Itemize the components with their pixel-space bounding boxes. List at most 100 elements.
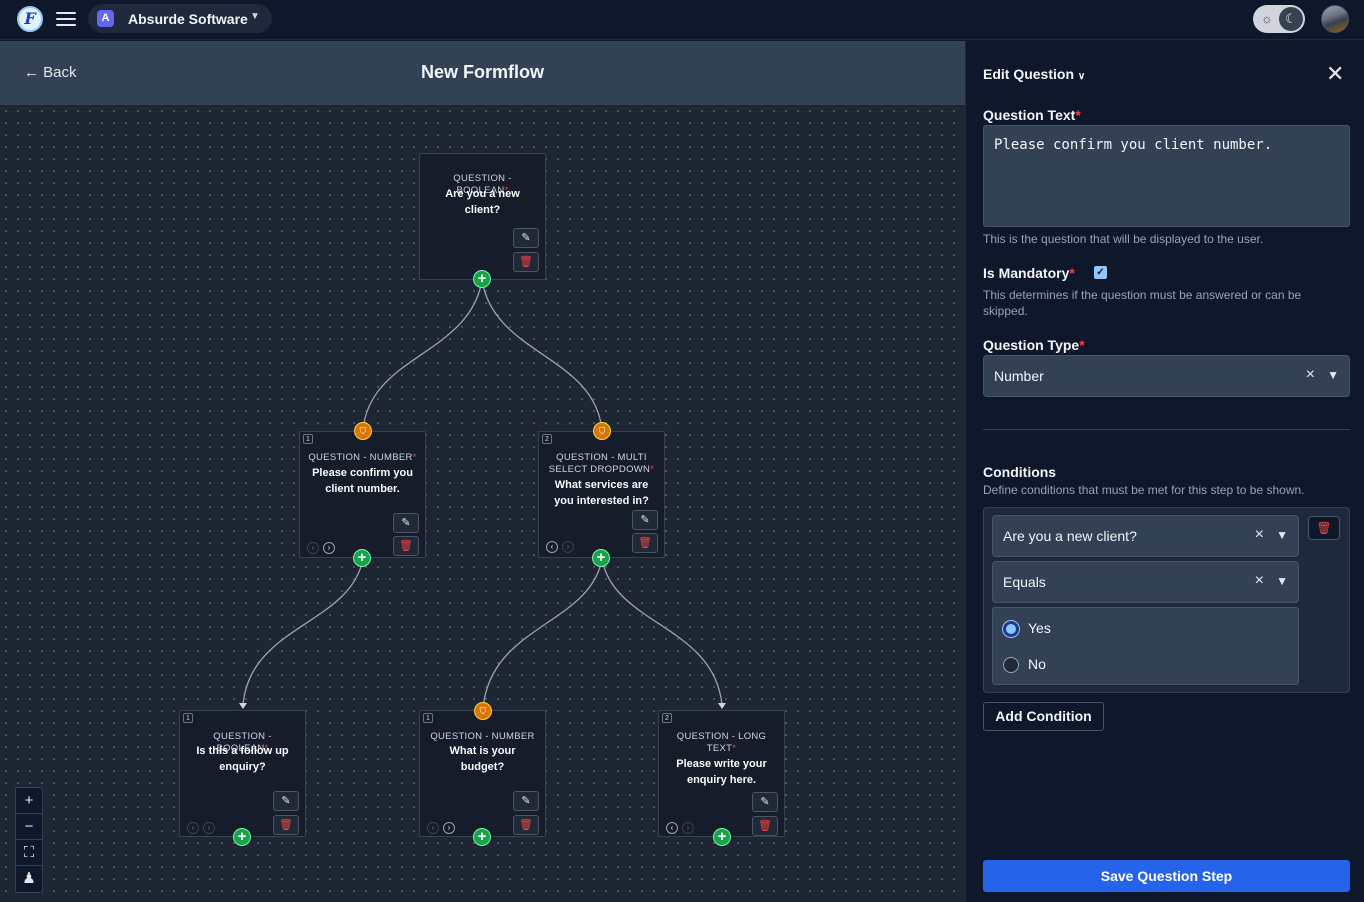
trash-icon: 🗑 xyxy=(519,819,533,831)
trash-icon: 🗑 xyxy=(519,256,533,268)
node-question: Please confirm you client number. xyxy=(312,467,413,495)
condition-shield-icon[interactable]: ⛉ xyxy=(474,702,492,720)
conditions-label: Conditions xyxy=(983,464,1057,480)
node-question: What services are you interested in? xyxy=(554,479,649,507)
chevron-down-icon: ▼ xyxy=(1327,368,1339,382)
organization-icon: A xyxy=(97,10,114,27)
panel-title[interactable]: Edit Question ∨ xyxy=(983,66,1085,82)
add-step-button[interactable]: + xyxy=(713,828,731,846)
trash-icon: 🗑 xyxy=(638,537,652,549)
edit-node-button[interactable]: ✎ xyxy=(513,791,539,811)
edit-node-button[interactable]: ✎ xyxy=(752,792,778,812)
theme-toggle[interactable]: ☼ ☾ xyxy=(1253,5,1305,33)
radio-yes-label[interactable]: Yes xyxy=(1028,620,1051,636)
add-condition-button[interactable]: Add Condition xyxy=(983,702,1104,731)
organization-switcher[interactable]: A Absurde Software ▼ xyxy=(88,4,272,33)
save-question-step-button[interactable]: Save Question Step xyxy=(983,860,1350,892)
question-type-select[interactable]: Number × ▼ xyxy=(983,355,1350,397)
add-step-button[interactable]: + xyxy=(233,828,251,846)
pencil-icon: ✎ xyxy=(640,514,650,526)
pencil-icon: ✎ xyxy=(401,517,411,529)
organization-name: Absurde Software xyxy=(128,11,248,27)
node-question: What is your budget? xyxy=(449,745,516,773)
conditions-help: Define conditions that must be met for t… xyxy=(983,483,1305,497)
delete-condition-button[interactable]: 🗑 xyxy=(1308,516,1340,540)
chevron-left-icon[interactable]: ‹ xyxy=(307,542,319,554)
node-index: 1 xyxy=(423,713,433,723)
zoom-out-button[interactable]: − xyxy=(16,814,42,840)
node-nav: ‹ › xyxy=(187,817,219,835)
user-avatar[interactable] xyxy=(1321,5,1349,33)
radio-yes[interactable] xyxy=(1003,621,1019,637)
flow-node[interactable]: 1 QUESTION - BOOLEAN* Is this a follow u… xyxy=(179,710,306,837)
add-step-button[interactable]: + xyxy=(353,549,371,567)
edit-node-button[interactable]: ✎ xyxy=(393,513,419,533)
flow-node[interactable]: 1 QUESTION - NUMBER* Please confirm you … xyxy=(299,431,426,558)
node-index: 1 xyxy=(183,713,193,723)
mandatory-checkbox[interactable]: ✓ xyxy=(1094,266,1107,279)
flow-node[interactable]: QUESTION - BOOLEAN* Are you a new client… xyxy=(419,153,546,280)
flow-node[interactable]: 2 QUESTION - MULTI SELECT DROPDOWN* What… xyxy=(538,431,665,558)
arrow-head xyxy=(239,703,247,709)
flow-canvas[interactable]: QUESTION - BOOLEAN* Are you a new client… xyxy=(0,105,965,902)
chevron-left-icon[interactable]: ‹ xyxy=(666,822,678,834)
add-step-button[interactable]: + xyxy=(592,549,610,567)
edge-n0-n2 xyxy=(481,279,603,431)
clear-icon[interactable]: × xyxy=(1255,526,1264,544)
zoom-controls: + − ⛶ ♟ xyxy=(15,787,43,893)
fit-view-button[interactable]: ⛶ xyxy=(16,840,42,866)
chevron-down-icon: ▼ xyxy=(1276,574,1288,588)
close-icon[interactable]: ✕ xyxy=(1326,61,1344,87)
trash-icon: 🗑 xyxy=(1316,521,1332,535)
edit-node-button[interactable]: ✎ xyxy=(632,510,658,530)
condition-shield-icon[interactable]: ⛉ xyxy=(593,422,611,440)
node-index: 2 xyxy=(542,434,552,444)
clear-icon[interactable]: × xyxy=(1255,572,1264,590)
chevron-right-icon[interactable]: › xyxy=(562,541,574,553)
chevron-right-icon[interactable]: › xyxy=(323,542,335,554)
node-type: QUESTION - MULTI SELECT DROPDOWN* xyxy=(548,452,655,475)
sun-icon: ☼ xyxy=(1261,11,1273,26)
condition-operator-select[interactable]: Equals × ▼ xyxy=(992,561,1299,603)
question-text-input[interactable]: Please confirm you client number. xyxy=(983,125,1350,227)
auto-layout-button[interactable]: ♟ xyxy=(16,866,42,892)
radio-no[interactable] xyxy=(1003,657,1019,673)
delete-node-button[interactable]: 🗑 xyxy=(513,252,539,272)
delete-node-button[interactable]: 🗑 xyxy=(752,816,778,836)
flow-node[interactable]: 1 QUESTION - NUMBER What is your budget?… xyxy=(419,710,546,837)
edit-node-button[interactable]: ✎ xyxy=(273,791,299,811)
chevron-left-icon[interactable]: ‹ xyxy=(427,822,439,834)
chevron-right-icon[interactable]: › xyxy=(682,822,694,834)
add-step-button[interactable]: + xyxy=(473,270,491,288)
chevron-left-icon[interactable]: ‹ xyxy=(187,822,199,834)
chevron-left-icon[interactable]: ‹ xyxy=(546,541,558,553)
node-nav: ‹ › xyxy=(427,817,459,835)
clear-icon[interactable]: × xyxy=(1306,366,1315,384)
app-logo[interactable]: F xyxy=(17,6,43,32)
condition-question-select[interactable]: Are you a new client? × ▼ xyxy=(992,515,1299,557)
trash-icon: 🗑 xyxy=(279,819,293,831)
question-type-value: Number xyxy=(994,368,1044,384)
pencil-icon: ✎ xyxy=(281,795,291,807)
condition-shield-icon[interactable]: ⛉ xyxy=(354,422,372,440)
delete-node-button[interactable]: 🗑 xyxy=(273,815,299,835)
edit-node-button[interactable]: ✎ xyxy=(513,228,539,248)
question-text-label: Question Text* xyxy=(983,107,1081,123)
node-index: 2 xyxy=(662,713,672,723)
delete-node-button[interactable]: 🗑 xyxy=(632,533,658,553)
node-type: QUESTION - NUMBER* xyxy=(308,452,417,463)
chevron-down-icon: ▼ xyxy=(1276,528,1288,542)
menu-icon[interactable] xyxy=(56,12,76,26)
chevron-right-icon[interactable]: › xyxy=(203,822,215,834)
top-bar: F A Absurde Software ▼ ☼ ☾ xyxy=(0,0,1364,40)
radio-no-label[interactable]: No xyxy=(1028,656,1046,672)
mandatory-label: Is Mandatory* xyxy=(983,265,1075,281)
flow-node[interactable]: 2 QUESTION - LONG TEXT* Please write you… xyxy=(658,710,785,837)
delete-node-button[interactable]: 🗑 xyxy=(393,536,419,556)
question-text-help: This is the question that will be displa… xyxy=(983,232,1264,246)
zoom-in-button[interactable]: + xyxy=(16,788,42,814)
node-nav: ‹ › xyxy=(546,536,578,554)
add-step-button[interactable]: + xyxy=(473,828,491,846)
delete-node-button[interactable]: 🗑 xyxy=(513,815,539,835)
chevron-right-icon[interactable]: › xyxy=(443,822,455,834)
